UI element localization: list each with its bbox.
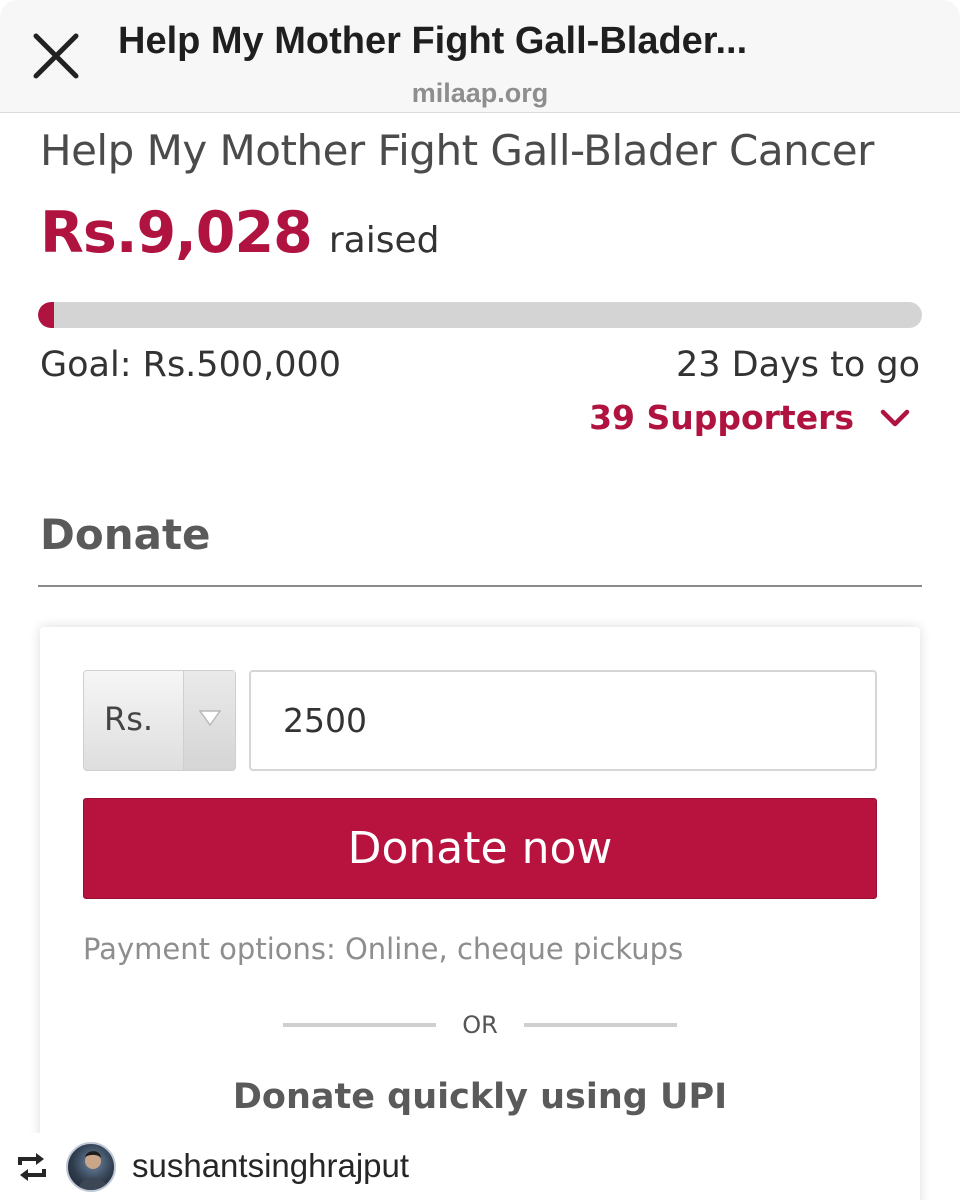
browser-title: Help My Mother Fight Gall-Blader... [118, 20, 748, 62]
chevron-down-icon [880, 409, 910, 426]
or-line-right [524, 1023, 677, 1027]
currency-label: Rs. [104, 700, 154, 738]
supporters-toggle[interactable]: 39 Supporters [589, 398, 912, 437]
browser-domain: milaap.org [411, 78, 549, 108]
raised-amount: Rs.9,028 [40, 200, 313, 266]
or-separator: OR [283, 1007, 677, 1043]
campaign-title: Help My Mother Fight Gall-Blader Cancer [40, 126, 874, 175]
profile-photo-icon [78, 1151, 108, 1190]
payment-options-text: Payment options: Online, cheque pickups [83, 932, 684, 966]
funding-progress-fill [38, 302, 54, 328]
days-remaining: 23 Days to go [675, 345, 920, 385]
donate-heading: Donate [40, 510, 211, 559]
browser-header: Help My Mother Fight Gall-Blader... mila… [0, 0, 960, 113]
repost-username[interactable]: sushantsinghrajput [132, 1147, 409, 1185]
donate-now-button[interactable]: Donate now [83, 798, 877, 899]
upi-donate-link[interactable]: Donate quickly using UPI [40, 1077, 920, 1117]
avatar[interactable] [66, 1142, 116, 1192]
section-divider [38, 585, 922, 587]
donation-amount-input[interactable] [249, 670, 877, 771]
raised-summary: Rs.9,028 raised [40, 200, 440, 266]
repost-icon [14, 1151, 50, 1183]
currency-select[interactable]: Rs. [83, 670, 236, 771]
supporters-count: 39 Supporters [589, 398, 854, 437]
funding-progress-bar [38, 302, 922, 328]
repost-attribution: sushantsinghrajput [0, 1133, 448, 1200]
goal-amount: Goal: Rs.500,000 [40, 345, 342, 385]
dropdown-arrow [183, 671, 235, 770]
donate-card: Rs. Donate now Payment options: Online, … [40, 627, 920, 1200]
close-icon[interactable] [28, 28, 84, 84]
caret-down-icon [198, 710, 222, 727]
raised-label: raised [328, 220, 440, 261]
